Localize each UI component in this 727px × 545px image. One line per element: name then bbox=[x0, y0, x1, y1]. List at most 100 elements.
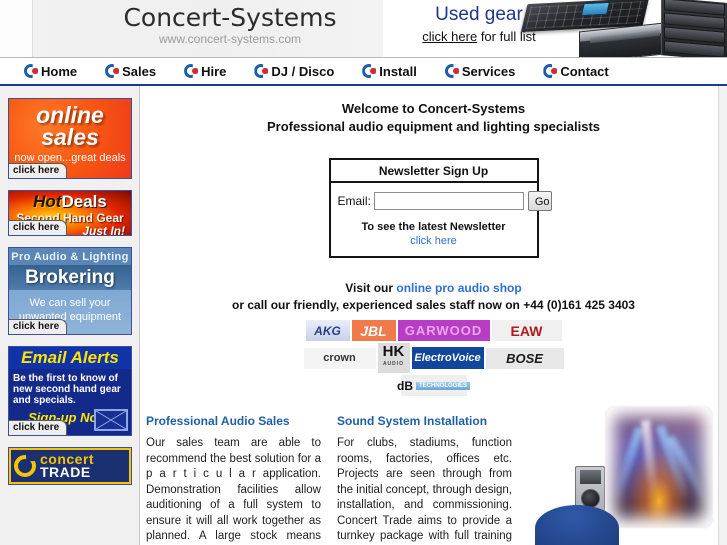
nav-label: Install bbox=[379, 63, 417, 79]
column-heading: Professional Audio Sales bbox=[146, 414, 290, 428]
visit-shop-block: Visit our online pro audio shop or call … bbox=[140, 280, 727, 314]
banner-hot-deals[interactable]: HotDeals Second Hand Gear Just In! click… bbox=[8, 190, 132, 236]
hot-deals-title: HotDeals bbox=[9, 191, 131, 212]
newsletter-click-here-link[interactable]: click here bbox=[338, 235, 530, 247]
hk-audio-logo: HK AUDIO bbox=[377, 343, 410, 373]
newsletter-note: To see the latest Newsletter bbox=[361, 221, 506, 233]
newsletter-go-button[interactable]: Go bbox=[527, 191, 552, 211]
garwood-logo: GARWOOD bbox=[397, 320, 490, 341]
brand-logo-strip: AKG JBL GARWOOD EAW crown HK AUDIO Elect… bbox=[293, 320, 575, 396]
bose-logo: BOSE bbox=[485, 347, 564, 369]
nav-item-sales[interactable]: Sales bbox=[105, 64, 156, 79]
jbl-logo: JBL bbox=[351, 320, 396, 341]
c-logo-icon bbox=[24, 64, 38, 78]
nav-item-install[interactable]: Install bbox=[362, 64, 417, 79]
used-gear-title: Used gear bbox=[435, 4, 523, 25]
used-gear-click-here-link[interactable]: click here bbox=[422, 29, 477, 44]
email-alerts-line2: Be the first to know of new second hand … bbox=[13, 373, 121, 406]
online-pro-audio-shop-link[interactable]: online pro audio shop bbox=[396, 281, 521, 295]
brokering-line2: Brokering bbox=[9, 265, 131, 290]
page-root: Concert-Systems www.concert-systems.com … bbox=[0, 0, 727, 545]
newsletter-email-label: Email: bbox=[337, 194, 371, 208]
main-navigation: Home Sales Hire DJ / Disco Install Servi… bbox=[0, 58, 727, 86]
online-sales-cta[interactable]: click here bbox=[9, 163, 68, 178]
c-logo-icon bbox=[105, 64, 120, 78]
banner-brokering[interactable]: Pro Audio & Lighting Brokering We can se… bbox=[8, 247, 132, 335]
header-left-edge bbox=[0, 0, 33, 57]
db-logo-main: dB bbox=[397, 378, 413, 393]
sidebar: online sales now open...great deals clic… bbox=[0, 86, 140, 545]
light-beam bbox=[640, 419, 659, 499]
c-logo-icon bbox=[543, 64, 558, 78]
banner-concert-trade[interactable]: concert TRADE bbox=[8, 447, 132, 485]
used-gear-promo[interactable]: Used gear click here for full list bbox=[383, 0, 727, 57]
brokering-line1: Pro Audio & Lighting bbox=[9, 248, 131, 265]
hk-audio-logo-main: HK bbox=[382, 343, 405, 360]
nav-label: Hire bbox=[201, 63, 227, 79]
site-header: Concert-Systems www.concert-systems.com … bbox=[0, 0, 727, 58]
brokering-line3a: We can sell your bbox=[29, 297, 111, 309]
sales-phone-line: or call our friendly, experienced sales … bbox=[232, 298, 635, 312]
page-body: online sales now open...great deals clic… bbox=[0, 86, 727, 545]
column-professional-audio-sales: Professional Audio Sales Our sales team … bbox=[146, 414, 321, 545]
banner-online-sales[interactable]: online sales now open...great deals clic… bbox=[8, 98, 132, 179]
speaker-stack-icon bbox=[661, 0, 727, 57]
c-logo-icon bbox=[184, 64, 199, 78]
light-beam bbox=[611, 426, 644, 504]
email-alerts-cta[interactable]: click here bbox=[9, 420, 68, 435]
nav-item-dj-disco[interactable]: DJ / Disco bbox=[254, 64, 334, 79]
site-url: www.concert-systems.com bbox=[158, 32, 302, 46]
welcome-block: Welcome to Concert-Systems Professional … bbox=[140, 86, 727, 136]
newsletter-heading: Newsletter Sign Up bbox=[330, 160, 537, 183]
speaker-horn bbox=[580, 470, 601, 484]
c-logo-icon bbox=[254, 64, 269, 78]
main-content: Welcome to Concert-Systems Professional … bbox=[140, 86, 727, 545]
hot-deals-word-deals: Deals bbox=[61, 192, 107, 211]
nav-label: DJ / Disco bbox=[271, 63, 335, 79]
db-technologies-logo: dB TECHNOLOGIES bbox=[397, 375, 471, 396]
visit-shop-line1: Visit our online pro audio shop bbox=[140, 280, 727, 297]
subwoofer-graphic bbox=[535, 505, 619, 545]
concert-trade-c-icon bbox=[14, 455, 36, 477]
used-gear-subtitle: click here for full list bbox=[389, 27, 569, 46]
used-gear-rest-text: for full list bbox=[477, 29, 536, 44]
site-title: Concert-Systems bbox=[123, 3, 337, 32]
concert-stage-photo bbox=[605, 406, 713, 528]
email-alerts-line1: Email Alerts bbox=[9, 347, 131, 369]
electro-voice-logo: ElectroVoice bbox=[411, 347, 484, 369]
nav-item-contact[interactable]: Contact bbox=[543, 63, 609, 79]
online-sales-line1: online bbox=[36, 102, 104, 128]
akg-logo: AKG bbox=[305, 320, 350, 341]
used-gear-promo-text: Used gear click here for full list bbox=[389, 2, 569, 46]
db-logo-sub: TECHNOLOGIES bbox=[416, 381, 471, 390]
concert-trade-wordmark: concert TRADE bbox=[40, 452, 94, 480]
nav-item-home[interactable]: Home bbox=[24, 64, 77, 79]
envelope-icon bbox=[94, 409, 128, 431]
hot-deals-word-hot: Hot bbox=[33, 192, 62, 211]
column-sound-system-installation: Sound System Installation For clubs, sta… bbox=[337, 414, 512, 545]
column-heading: Sound System Installation bbox=[337, 414, 488, 428]
online-sales-line2: sales bbox=[41, 124, 99, 150]
welcome-heading: Welcome to Concert-Systems bbox=[341, 101, 526, 116]
c-logo-icon bbox=[362, 64, 377, 78]
nav-label: Services bbox=[461, 63, 516, 79]
nav-label: Home bbox=[41, 63, 78, 79]
eaw-logo: EAW bbox=[491, 320, 562, 341]
nav-item-services[interactable]: Services bbox=[444, 63, 516, 79]
hot-deals-cta[interactable]: click here bbox=[9, 220, 68, 235]
nav-item-hire[interactable]: Hire bbox=[184, 64, 226, 79]
column-body: Our sales team are able to recommend the… bbox=[146, 437, 321, 542]
right-gutter bbox=[718, 86, 727, 545]
brokering-cta[interactable]: click here bbox=[9, 319, 68, 334]
newsletter-email-input[interactable] bbox=[373, 192, 524, 210]
column-body: For clubs, stadiums, function rooms, fac… bbox=[337, 437, 512, 542]
welcome-subheading: Professional audio equipment and lightin… bbox=[267, 119, 600, 134]
crown-logo: crown bbox=[303, 347, 376, 369]
nav-label: Sales bbox=[122, 63, 157, 79]
newsletter-signup-box: Newsletter Sign Up Email: Go To see the … bbox=[328, 158, 552, 258]
hk-audio-logo-sub: AUDIO bbox=[382, 361, 405, 367]
concert-trade-word2: TRADE bbox=[40, 464, 91, 480]
site-branding: Concert-Systems www.concert-systems.com bbox=[80, 2, 380, 46]
nav-label: Contact bbox=[560, 63, 609, 79]
banner-email-alerts[interactable]: Email Alerts Be the first to know of new… bbox=[8, 346, 132, 436]
